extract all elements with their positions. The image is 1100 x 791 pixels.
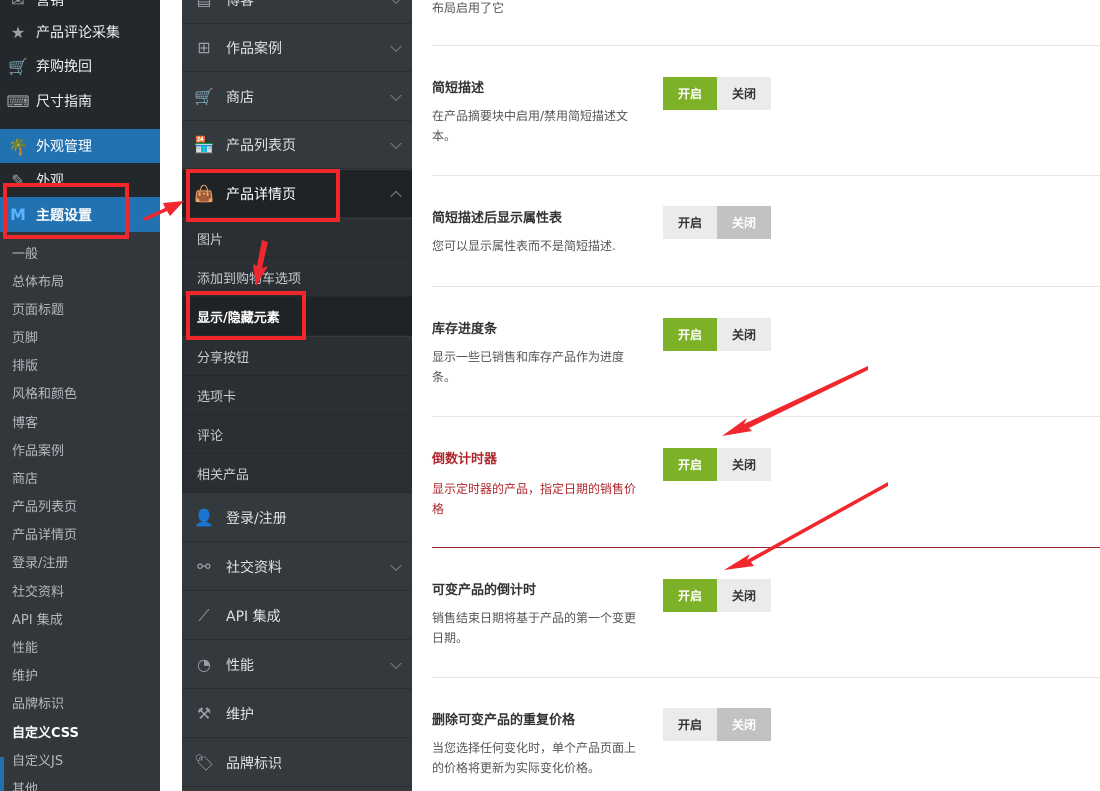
- arrow-to-product-detail: [143, 201, 184, 221]
- screen: ✉ 营销 ★ 产品评论采集 🛒 弃购挽回 ⌨ 尺寸指南 🌴 外观管理 ✎ 外观 …: [0, 0, 1100, 791]
- arrow-to-variable-countdown: [724, 482, 888, 570]
- arrow-to-show-hide: [253, 240, 268, 286]
- annotation-arrows: [143, 201, 888, 570]
- arrow-to-countdown: [722, 366, 868, 436]
